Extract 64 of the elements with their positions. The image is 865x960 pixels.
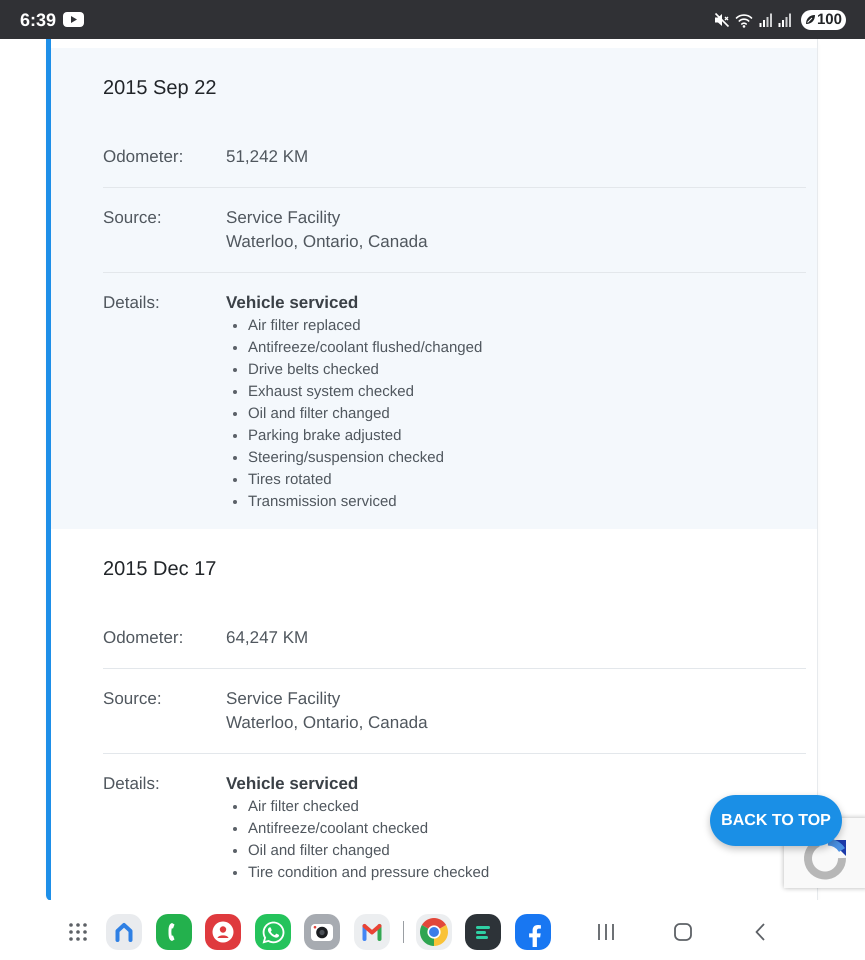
phone-icon[interactable]	[156, 914, 192, 950]
service-item: Tires rotated	[248, 470, 332, 490]
house-icon[interactable]	[106, 914, 142, 950]
service-summary: Vehicle serviced	[226, 773, 358, 795]
service-item: Oil and filter changed	[248, 404, 390, 424]
chat-bubble-icon[interactable]	[255, 914, 291, 950]
bullet-icon	[233, 390, 237, 394]
bullet-icon	[233, 346, 237, 350]
letter-f-icon[interactable]	[515, 914, 551, 950]
field-value: 51,242 KM	[226, 146, 308, 168]
recents-icon[interactable]	[596, 922, 616, 942]
field-label: Odometer:	[103, 627, 184, 649]
battery-percent: 100	[816, 10, 842, 30]
contact-icon[interactable]	[205, 914, 241, 950]
mail-icon[interactable]	[354, 914, 390, 950]
leaf-icon	[804, 14, 816, 25]
service-item: Antifreeze/coolant checked	[248, 819, 428, 839]
bullet-icon	[233, 478, 237, 482]
home-button-icon[interactable]	[674, 923, 692, 941]
field-label: Source:	[103, 688, 162, 710]
bullet-icon	[233, 412, 237, 416]
bullet-icon	[233, 827, 237, 831]
field-label: Details:	[103, 292, 160, 314]
service-item: Antifreeze/coolant flushed/changed	[248, 338, 482, 358]
service-item: Steering/suspension checked	[248, 448, 444, 468]
record-date: 2015 Sep 22	[103, 76, 216, 100]
field-label: Odometer:	[103, 146, 184, 168]
camera-icon[interactable]	[304, 914, 340, 950]
wifi-icon	[734, 12, 754, 28]
service-item: Transmission serviced	[248, 492, 397, 512]
bars-icon[interactable]	[465, 914, 501, 950]
bullet-icon	[233, 456, 237, 460]
clock: 6:39	[20, 8, 56, 30]
bullet-icon	[233, 871, 237, 875]
field-value: 64,247 KM	[226, 627, 308, 649]
play-icon	[63, 12, 84, 27]
apps-grid-icon[interactable]	[69, 923, 87, 941]
field-value: Waterloo, Ontario, Canada	[226, 231, 428, 253]
signal-icon	[758, 12, 773, 26]
service-item: Drive belts checked	[248, 360, 379, 380]
service-item: Air filter replaced	[248, 316, 361, 336]
service-item: Tire condition and pressure checked	[248, 863, 490, 883]
record-date: 2015 Dec 17	[103, 557, 216, 581]
signal-icon	[778, 12, 792, 26]
bullet-icon	[233, 434, 237, 438]
field-value: Service Facility	[226, 688, 340, 710]
field-label: Details:	[103, 773, 160, 795]
mute-icon	[714, 12, 730, 28]
bullet-icon	[233, 849, 237, 853]
bullet-icon	[233, 368, 237, 372]
field-value: Service Facility	[226, 207, 340, 229]
field-value: Waterloo, Ontario, Canada	[226, 712, 428, 734]
bullet-icon	[233, 500, 237, 504]
service-summary: Vehicle serviced	[226, 292, 358, 314]
back-icon[interactable]	[755, 923, 765, 941]
service-item: Oil and filter changed	[248, 841, 390, 861]
bullet-icon	[233, 805, 237, 809]
service-item: Exhaust system checked	[248, 382, 414, 402]
service-item: Parking brake adjusted	[248, 426, 402, 446]
browser-icon[interactable]	[416, 914, 452, 950]
back-to-top-button[interactable]: BACK TO TOP	[710, 795, 842, 846]
field-label: Source:	[103, 207, 162, 229]
service-item: Air filter checked	[248, 797, 359, 817]
bullet-icon	[233, 324, 237, 328]
